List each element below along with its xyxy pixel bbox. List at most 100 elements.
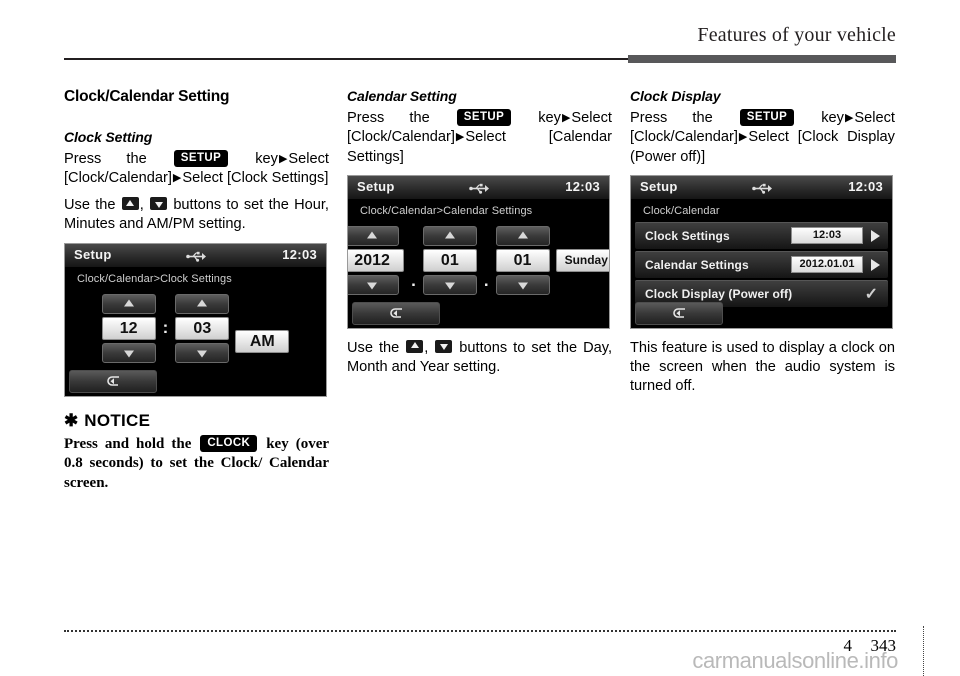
calendar-setting-steps: Press the SETUP key▶Select [Clock/Calend… <box>347 109 612 167</box>
date-separator-2: . <box>483 270 489 290</box>
select-word-2: Select <box>748 129 789 146</box>
the-word: the <box>409 110 430 126</box>
watermark: carmanualsonline.info <box>692 648 898 673</box>
weekday-value: Sunday <box>555 248 609 272</box>
screenshot-clock-settings: Setup 12:03 Clock/Calendar>Clock Setting… <box>64 242 327 397</box>
clock-stepper-row: 12 : 03 AM <box>65 293 326 363</box>
screenshot-calendar-settings: Setup 12:03 Clock/Calendar>Calendar Sett… <box>347 174 610 329</box>
device-footer <box>631 300 892 328</box>
day-increment-button[interactable] <box>495 225 550 246</box>
time-separator: : <box>162 318 169 338</box>
select-word-1: Select <box>288 150 329 167</box>
calendar-stepper-row: 2012 . 01 . 01 Sunday <box>348 225 609 295</box>
use-the-text: Use the <box>347 339 400 356</box>
month-value[interactable]: 01 <box>422 248 477 272</box>
back-arrow-icon <box>390 307 402 318</box>
setup-key-badge[interactable]: SETUP <box>739 109 795 127</box>
column-one: Clock/Calendar Setting Clock Setting Pre… <box>64 88 329 588</box>
bracket-clock-calendar: [Clock/Calendar] <box>347 129 455 146</box>
back-button[interactable] <box>69 369 157 393</box>
press-word: Press <box>630 110 668 126</box>
row-value[interactable]: 2012.01.01 <box>791 256 863 274</box>
hour-increment-button[interactable] <box>101 293 156 314</box>
page-header: Features of your vehicle <box>64 24 896 66</box>
back-button[interactable] <box>635 301 723 325</box>
row-value[interactable]: 12:03 <box>791 227 863 245</box>
year-stepper: 2012 <box>348 225 405 295</box>
step-arrow-icon: ▶ <box>172 171 182 184</box>
notice-header: ✱ NOTICE <box>64 411 329 431</box>
device-title: Setup <box>74 246 112 262</box>
down-arrow-button-icon <box>435 339 453 353</box>
device-footer <box>65 368 326 396</box>
setup-key-badge[interactable]: SETUP <box>173 149 229 167</box>
list-item[interactable]: Calendar Settings 2012.01.01 <box>635 250 888 278</box>
list-item[interactable]: Clock Settings 12:03 <box>635 221 888 249</box>
hour-value[interactable]: 12 <box>101 316 156 340</box>
bracket-clock-calendar: [Clock/Calendar] <box>64 169 172 186</box>
settings-list: Clock Settings 12:03 Calendar Settings 2… <box>631 221 892 307</box>
month-decrement-button[interactable] <box>422 274 477 295</box>
bracket-clock-calendar: [Clock/Calendar] <box>630 129 738 146</box>
bracket-calendar-settings-end: Settings] <box>347 148 404 165</box>
bracket-calendar-settings: [Calendar <box>548 129 612 146</box>
row-label: Clock Settings <box>645 228 730 243</box>
day-decrement-button[interactable] <box>495 274 550 295</box>
setup-key-badge[interactable]: SETUP <box>456 109 512 127</box>
ampm-value[interactable]: AM <box>235 329 290 353</box>
device-breadcrumb: Clock/Calendar>Clock Settings <box>77 272 232 285</box>
minute-stepper: 03 <box>175 293 230 363</box>
subsection-title-calendar-setting: Calendar Setting <box>347 88 457 104</box>
usb-icon <box>751 183 772 194</box>
step-arrow-icon: ▶ <box>844 112 854 124</box>
up-arrow-button-icon <box>121 197 139 211</box>
press-word: Press <box>347 110 385 126</box>
clock-key-badge[interactable]: CLOCK <box>200 434 258 452</box>
step-arrow-icon: ▶ <box>561 112 571 124</box>
year-decrement-button[interactable] <box>348 274 400 295</box>
subsection-title-clock-display: Clock Display <box>630 88 721 104</box>
usb-icon <box>185 251 206 262</box>
use-the-text: Use the <box>64 197 116 214</box>
back-button[interactable] <box>352 301 440 325</box>
up-arrow-button-icon <box>406 339 424 353</box>
chevron-right-icon <box>871 258 880 271</box>
key-word: key <box>821 110 844 126</box>
notice-text: Press and hold the CLOCK key (over 0.8 s… <box>64 434 329 494</box>
year-increment-button[interactable] <box>348 225 400 246</box>
device-clock: 12:03 <box>565 178 600 194</box>
down-arrow-button-icon <box>150 197 168 211</box>
press-word: Press <box>64 150 102 167</box>
hour-decrement-button[interactable] <box>101 342 156 363</box>
day-value[interactable]: 01 <box>495 248 550 272</box>
back-arrow-icon <box>107 375 119 386</box>
clock-display-description: This feature is used to display a clock … <box>630 339 895 395</box>
step-arrow-icon: ▶ <box>455 131 465 144</box>
minute-value[interactable]: 03 <box>175 316 230 340</box>
the-word: the <box>692 110 713 126</box>
usb-icon <box>468 183 489 194</box>
select-word-2: Select <box>182 169 223 186</box>
device-footer <box>348 300 609 328</box>
calendar-setting-usage: Use the , buttons to set the Day, Month … <box>347 339 612 375</box>
month-increment-button[interactable] <box>422 225 477 246</box>
header-rule-accent <box>628 55 896 63</box>
notice-text-pre: Press and hold the <box>64 435 192 452</box>
minute-increment-button[interactable] <box>175 293 230 314</box>
screenshot-clock-calendar-menu: Setup 12:03 Clock/Calendar Clock Setting… <box>630 174 893 329</box>
back-arrow-icon <box>673 307 685 318</box>
date-separator-1: . <box>411 270 416 290</box>
clock-setting-steps: Press the SETUP key▶Select [Clock/Calend… <box>64 149 329 189</box>
asterisk-icon: ✱ <box>64 411 79 431</box>
clock-setting-usage: Use the , buttons to set the Hour, Minut… <box>64 197 329 233</box>
content-columns: Clock/Calendar Setting Clock Setting Pre… <box>64 88 896 588</box>
day-stepper: 01 <box>495 225 550 295</box>
device-clock: 12:03 <box>282 246 317 262</box>
row-label: Calendar Settings <box>645 257 749 272</box>
chevron-right-icon <box>871 229 880 242</box>
step-arrow-icon: ▶ <box>278 152 288 165</box>
year-value[interactable]: 2012 <box>348 248 405 272</box>
minute-decrement-button[interactable] <box>175 342 230 363</box>
the-word: the <box>126 150 147 167</box>
notice-label: NOTICE <box>84 410 151 430</box>
